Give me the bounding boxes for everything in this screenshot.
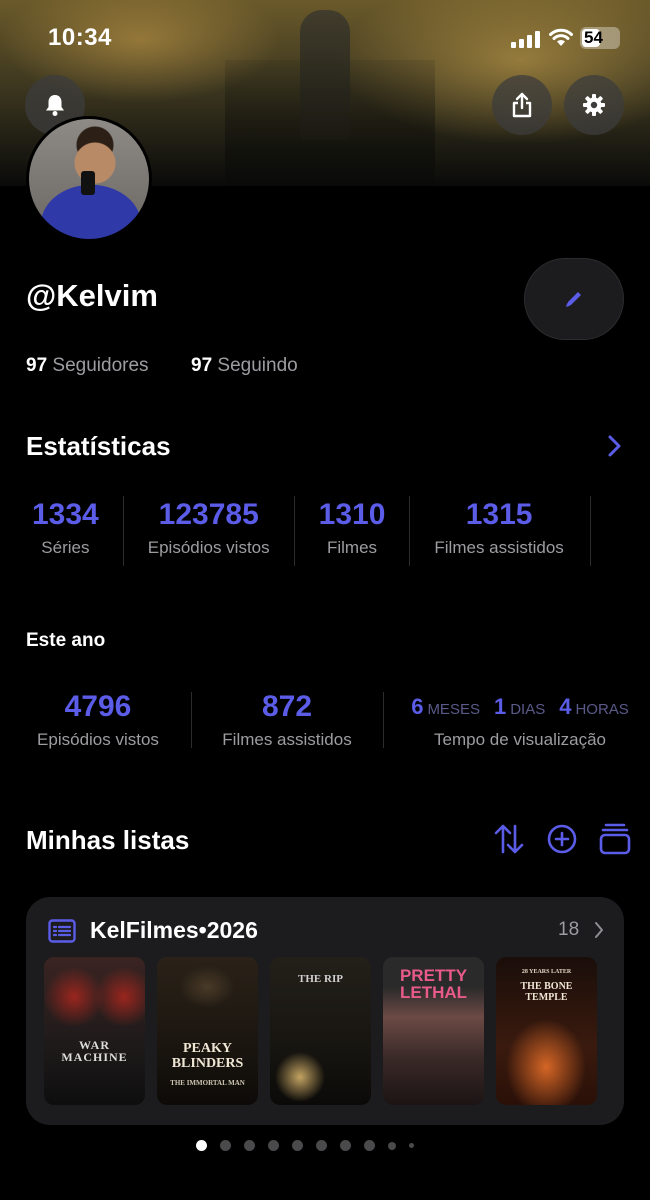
divider — [191, 692, 192, 748]
pencil-icon — [566, 292, 581, 307]
poster-kicker: 28 YEARS LATER — [521, 969, 572, 975]
lists-title: Minhas listas — [26, 825, 190, 855]
page-dot[interactable] — [244, 1140, 255, 1151]
stat-movies-watched[interactable]: 1315 Filmes assistidos — [410, 496, 591, 566]
stat-value: 1334 — [32, 498, 99, 531]
list-count: 18 — [558, 919, 580, 940]
poster[interactable]: PRETTY LETHAL — [383, 957, 484, 1105]
page-dot[interactable] — [409, 1143, 414, 1148]
page-dot[interactable] — [388, 1141, 396, 1150]
stats-row: 1334 Séries 123785 Episódios vistos 1310… — [8, 496, 591, 566]
share-button[interactable] — [492, 75, 552, 135]
divider — [383, 692, 384, 748]
watch-days: 1 — [493, 694, 507, 719]
page-dot[interactable] — [316, 1140, 327, 1151]
bell-icon — [46, 95, 64, 116]
page-dot[interactable] — [340, 1140, 351, 1151]
poster-title: WAR MACHINE — [61, 1038, 128, 1064]
stats-title: Estatísticas — [26, 431, 171, 461]
watch-hours: 4 — [559, 694, 572, 719]
poster[interactable]: WAR MACHINE — [44, 957, 145, 1105]
stat-movies[interactable]: 1310 Filmes — [295, 496, 411, 566]
page-indicator[interactable] — [196, 1140, 414, 1151]
poster-title: THE RIP — [298, 973, 343, 985]
year-episodes-value: 4796 — [64, 690, 132, 723]
wifi-icon — [549, 28, 573, 46]
battery-icon: 54 — [580, 27, 620, 49]
settings-button[interactable] — [564, 75, 624, 135]
stat-value: 1315 — [465, 498, 533, 531]
poster-subtitle: THE IMMORTAL MAN — [170, 1079, 245, 1087]
stat-label: Episódios vistos — [147, 538, 270, 557]
stat-value: 1310 — [318, 498, 386, 531]
gear-icon — [583, 94, 605, 116]
cellular-signal-icon — [511, 30, 540, 48]
year-episodes: 4796 Episódios vistos — [26, 688, 170, 750]
list-name: KelFilmes•2026 — [90, 917, 258, 943]
list-actions — [492, 822, 632, 856]
add-list-icon[interactable] — [546, 822, 578, 856]
watch-time: 6 MESES 1 DIAS 4 HORAS Tempo de visualiz… — [400, 694, 640, 750]
page-dot[interactable] — [292, 1140, 303, 1151]
list-card[interactable]: KelFilmes•2026 18 WAR MACHINE PEAKY BLIN… — [26, 897, 624, 1125]
stat-label: Séries — [41, 538, 90, 557]
stat-episodes[interactable]: 123785 Episódios vistos — [124, 496, 295, 566]
watch-months: 6 — [411, 694, 424, 719]
avatar[interactable] — [26, 116, 152, 242]
list-icon — [48, 919, 76, 943]
watch-days-unit: DIAS — [510, 701, 546, 718]
followers-label: Seguidores — [52, 355, 149, 376]
following-link[interactable]: 97 Seguindo — [191, 355, 298, 377]
collections-icon[interactable] — [598, 822, 632, 856]
page-dot[interactable] — [220, 1140, 231, 1151]
year-movies-value: 872 — [261, 690, 313, 723]
watch-months-unit: MESES — [427, 701, 480, 718]
poster-title: PEAKY BLINDERS — [171, 1041, 244, 1071]
stat-value: 123785 — [158, 498, 259, 531]
page-dot[interactable] — [196, 1140, 207, 1151]
poster[interactable]: 28 YEARS LATER THE BONE TEMPLE — [496, 957, 597, 1105]
poster-title: THE BONE TEMPLE — [520, 981, 573, 1003]
status-bar: 10:34 54 — [0, 0, 650, 76]
sort-icon[interactable] — [492, 822, 526, 856]
share-icon — [512, 92, 532, 118]
year-movies: 872 Filmes assistidos — [212, 688, 362, 750]
poster[interactable]: THE RIP — [270, 957, 371, 1105]
followers-count: 97 — [26, 355, 48, 376]
battery-level: 54 — [584, 28, 603, 47]
poster-title: PRETTY LETHAL — [399, 966, 468, 1002]
stat-series[interactable]: 1334 Séries — [8, 496, 124, 566]
stat-label: Filmes assistidos — [434, 538, 564, 557]
chevron-right-icon — [595, 922, 603, 938]
year-episodes-label: Episódios vistos — [37, 730, 159, 749]
edit-profile-button[interactable] — [524, 258, 624, 340]
avatar-phone — [81, 171, 95, 195]
page-dot[interactable] — [364, 1140, 375, 1151]
followers-link[interactable]: 97 Seguidores — [26, 355, 149, 377]
username: @Kelvim — [26, 278, 158, 313]
poster-row: WAR MACHINE PEAKY BLINDERS THE IMMORTAL … — [44, 957, 597, 1105]
page-dot[interactable] — [268, 1140, 279, 1151]
following-label: Seguindo — [217, 355, 298, 376]
chevron-right-icon[interactable] — [606, 434, 622, 458]
watch-time-label: Tempo de visualização — [434, 730, 606, 749]
this-year-title: Este ano — [26, 630, 106, 651]
status-time: 10:34 — [48, 24, 112, 51]
year-movies-label: Filmes assistidos — [222, 730, 352, 749]
poster[interactable]: PEAKY BLINDERS THE IMMORTAL MAN — [157, 957, 258, 1105]
watch-hours-unit: HORAS — [575, 701, 629, 718]
following-count: 97 — [191, 355, 213, 376]
stat-label: Filmes — [326, 538, 378, 557]
